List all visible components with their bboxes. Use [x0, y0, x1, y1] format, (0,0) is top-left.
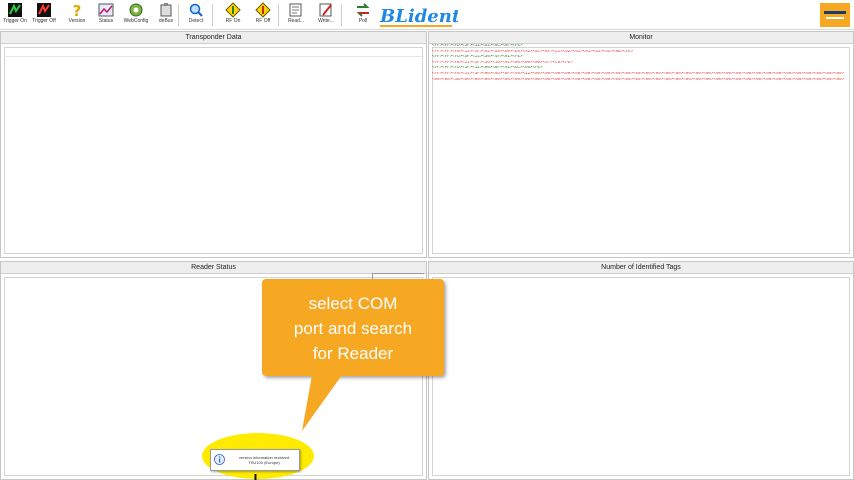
- svg-text:?: ?: [73, 2, 82, 18]
- transponder-data-panel: Transponder Data: [0, 31, 427, 258]
- callout-pointer: [302, 375, 342, 431]
- poll-label: Poll: [358, 18, 368, 24]
- read-label: Read...: [287, 18, 305, 24]
- monitor-title: Monitor: [429, 32, 853, 44]
- toolbar-separator: [212, 4, 213, 26]
- version-label: Version: [68, 18, 86, 24]
- turck-badge-icon: [820, 3, 850, 27]
- rf-off-icon: [255, 2, 271, 18]
- toolbar: Trigger On Trigger Off ? Version Status …: [0, 0, 854, 30]
- toolbar-separator: [341, 4, 342, 26]
- identified-tags-area[interactable]: [432, 277, 850, 476]
- rf-on-label: RF On: [225, 18, 241, 24]
- detect-label: Detect: [188, 18, 204, 24]
- toolbar-separator: [178, 4, 179, 26]
- transponder-data-grid[interactable]: [4, 47, 423, 254]
- debus-label: deBus: [158, 18, 174, 24]
- trigger-on-button[interactable]: Trigger On: [0, 1, 30, 29]
- mouse-cursor-icon: [254, 474, 257, 480]
- trigger-off-label: Trigger Off: [32, 18, 56, 24]
- poll-button[interactable]: Poll: [348, 1, 378, 29]
- trigger-on-icon: [8, 3, 22, 17]
- version-notification[interactable]: version information received TSU100 (Eur…: [210, 449, 300, 471]
- read-button[interactable]: Read...: [281, 1, 311, 29]
- poll-icon: [356, 3, 370, 17]
- reader-status-title: Reader Status: [1, 262, 426, 274]
- status-icon: [98, 3, 114, 17]
- transponder-data-title: Transponder Data: [1, 32, 426, 44]
- rf-off-label: RF Off: [255, 18, 271, 24]
- webconfig-button[interactable]: WebConfig: [121, 1, 151, 29]
- rf-on-icon: [225, 2, 241, 18]
- version-icon: ?: [73, 2, 82, 18]
- callout-text: select COM port and search for Reader: [262, 291, 444, 366]
- monitor-line: <00><00><1B><00><00><00><00><00><00><00>…: [432, 77, 844, 82]
- debus-icon: [160, 3, 172, 17]
- write-label: Write...: [318, 18, 334, 24]
- debus-button[interactable]: deBus: [151, 1, 181, 29]
- read-icon: [289, 3, 302, 17]
- status-button[interactable]: Status: [91, 1, 121, 29]
- trigger-off-icon: [37, 3, 51, 17]
- trigger-off-button[interactable]: Trigger Off: [29, 1, 59, 29]
- info-icon: [214, 454, 225, 465]
- status-label: Status: [98, 18, 114, 24]
- callout-line: select COM: [308, 294, 398, 313]
- trigger-on-label: Trigger On: [3, 18, 27, 24]
- transponder-grid-header-line: [6, 56, 424, 57]
- callout-line: port and search: [293, 319, 413, 338]
- monitor-log: <FF><FF><FD><3F><11><52><9C><9F><FE> <FF…: [432, 44, 844, 83]
- write-icon: [319, 3, 332, 17]
- callout-line: for Reader: [312, 344, 394, 363]
- monitor-line: <FF><FF><FB><11><3F><00><5D><8F><40><12>…: [432, 71, 844, 76]
- version-button[interactable]: ? Version: [62, 1, 92, 29]
- notification-text: version information received TSU100 (Eur…: [228, 455, 300, 465]
- webconfig-icon: [129, 3, 143, 17]
- detect-icon: [189, 3, 203, 17]
- rf-off-button[interactable]: RF Off: [248, 1, 278, 29]
- webconfig-label: WebConfig: [123, 18, 149, 24]
- toolbar-separator: [278, 4, 279, 26]
- blident-logo: BLident: [379, 6, 458, 27]
- identified-tags-title: Number of Identified Tags: [429, 262, 853, 274]
- svg-text:BLident: BLident: [379, 6, 458, 27]
- identified-tags-panel: Number of Identified Tags: [428, 261, 854, 480]
- notification-line: TSU100 (Europe): [248, 460, 280, 465]
- tutorial-callout: select COM port and search for Reader: [262, 279, 444, 376]
- detect-button[interactable]: Detect: [181, 1, 211, 29]
- write-button[interactable]: Write...: [311, 1, 341, 29]
- rf-on-button[interactable]: RF On: [218, 1, 248, 29]
